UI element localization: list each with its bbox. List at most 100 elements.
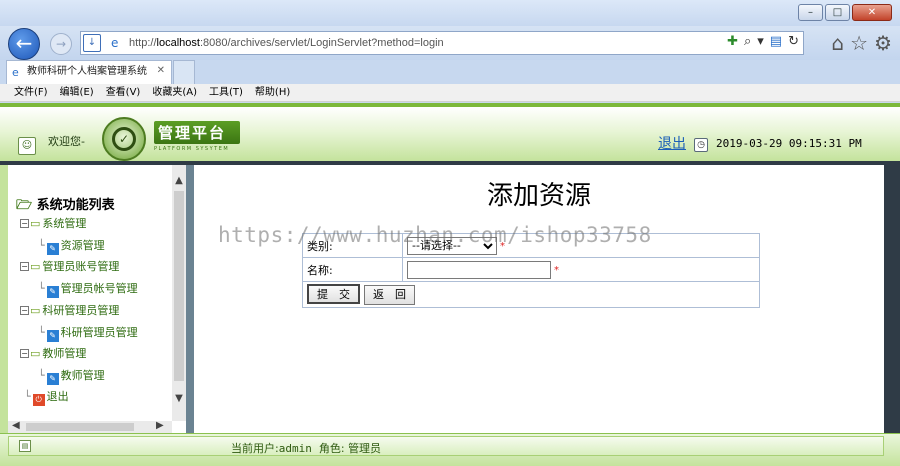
tree-branch: └ xyxy=(24,390,31,403)
page-icon: ✎ xyxy=(46,373,59,385)
favorites-star-icon[interactable]: ☆ xyxy=(850,31,868,55)
scroll-thumb[interactable] xyxy=(26,423,134,431)
address-bar[interactable]: ↓ e http://localhost:8080/archives/servl… xyxy=(80,31,804,55)
scroll-thumb[interactable] xyxy=(174,191,184,381)
tree-branch: └ xyxy=(38,282,45,295)
sidebar-vertical-scrollbar[interactable]: ▲ ▼ xyxy=(172,165,186,421)
scroll-up-icon[interactable]: ▲ xyxy=(172,175,186,189)
page-title: 添加资源 xyxy=(486,181,591,211)
tab-bar: e 教师科研个人档案管理系统 ✕ xyxy=(0,60,900,84)
folder-icon: ▭ xyxy=(30,304,41,317)
clock-icon: ◷ xyxy=(694,138,708,152)
sidebar-item-research-admin[interactable]: − ▭ 科研管理员管理 xyxy=(20,304,119,318)
name-label: 名称: xyxy=(302,257,403,282)
ie-tab-icon: e xyxy=(12,66,19,79)
logo-subtitle: PLATFORM SYSYTEM xyxy=(154,146,230,152)
menu-bar: 文件(F) 编辑(E) 查看(V) 收藏夹(A) 工具(T) 帮助(H) xyxy=(0,84,900,102)
tree-branch: └ xyxy=(38,369,45,382)
logo-title: 管理平台 xyxy=(154,121,240,144)
scroll-left-icon[interactable]: ◀ xyxy=(12,420,20,431)
sidebar-item-teacher[interactable]: − ▭ 教师管理 xyxy=(20,347,86,361)
frame-border xyxy=(884,161,900,433)
compatibility-icon[interactable]: ▤ xyxy=(770,34,782,49)
gear-icon[interactable]: ⚙ xyxy=(874,31,892,55)
sidebar-frame: 🗁 系统功能列表 − ▭ 系统管理 └ ✎ 资源管理 − ▭ 管理员账号管理 └ ✎ 管理员帐号… xyxy=(8,165,186,433)
status-bar: ▤ 当前用户:admin 角色: 管理员 xyxy=(0,433,900,466)
folder-open-icon: 🗁 xyxy=(16,198,33,213)
welcome-text: 欢迎您- xyxy=(48,135,85,148)
app-header: ☺ 欢迎您- ✓ 管理平台 PLATFORM SYSYTEM 退出 ◷ 2019… xyxy=(0,103,900,161)
tree-branch: └ xyxy=(38,326,45,339)
back-button-form[interactable]: 返 回 xyxy=(364,285,415,305)
required-mark: * xyxy=(554,264,559,276)
folder-icon: ▭ xyxy=(30,347,41,360)
home-icon[interactable]: ⌂ xyxy=(831,31,844,55)
menu-tools[interactable]: 工具(T) xyxy=(203,84,249,101)
form-row-name: 名称: * xyxy=(302,257,760,282)
menu-favorites[interactable]: 收藏夹(A) xyxy=(146,84,203,101)
close-window-button[interactable]: ✕ xyxy=(852,4,892,21)
collapse-icon[interactable]: − xyxy=(20,306,29,315)
window-titlebar: – □ ✕ xyxy=(0,0,900,26)
browser-tab[interactable]: e 教师科研个人档案管理系统 ✕ xyxy=(6,60,172,84)
scroll-down-icon[interactable]: ▼ xyxy=(172,393,186,407)
sidebar-item-admin-account[interactable]: − ▭ 管理员账号管理 xyxy=(20,260,119,274)
search-icon[interactable]: ⌕ xyxy=(744,34,751,49)
menu-view[interactable]: 查看(V) xyxy=(100,84,147,101)
status-inner: ▤ 当前用户:admin 角色: 管理员 xyxy=(8,436,884,456)
logo-emblem: ✓ xyxy=(102,117,146,161)
current-datetime: 2019-03-29 09:15:31 PM xyxy=(716,137,862,150)
minimize-button[interactable]: – xyxy=(798,4,823,21)
page-icon: ✎ xyxy=(46,243,59,255)
menu-help[interactable]: 帮助(H) xyxy=(249,84,296,101)
forward-button[interactable]: → xyxy=(50,33,72,55)
sidebar-title: 🗁 系统功能列表 xyxy=(16,198,115,213)
frame-edge xyxy=(0,165,8,433)
main-content: 添加资源 类别: --请选择-- * 名称: * 提 交返 回 xyxy=(194,165,884,433)
sidebar-horizontal-scrollbar[interactable]: ◀ ▶ xyxy=(8,420,172,433)
tree-branch: └ xyxy=(38,239,45,252)
logo: 管理平台 PLATFORM SYSYTEM xyxy=(154,121,240,157)
page-icon: ✎ xyxy=(46,286,59,298)
tab-title: 教师科研个人档案管理系统 xyxy=(27,66,147,77)
sidebar-item-teacher-manage[interactable]: └ ✎ 教师管理 xyxy=(38,369,105,385)
page-icon: ✎ xyxy=(46,330,59,342)
name-cell: * xyxy=(402,257,760,282)
actions-cell: 提 交返 回 xyxy=(302,281,760,308)
status-text: 当前用户:admin 角色: 管理员 xyxy=(231,442,382,455)
sidebar-item-admin-account-manage[interactable]: └ ✎ 管理员帐号管理 xyxy=(38,282,138,298)
exit-icon: ⏻ xyxy=(32,394,45,406)
back-button[interactable]: ← xyxy=(8,28,40,60)
browser-navbar: ← → ↓ e http://localhost:8080/archives/s… xyxy=(0,26,900,60)
collapse-icon[interactable]: − xyxy=(20,349,29,358)
frame-splitter[interactable] xyxy=(186,165,194,433)
menu-file[interactable]: 文件(F) xyxy=(8,84,54,101)
collapse-icon[interactable]: − xyxy=(20,219,29,228)
dropdown-icon[interactable]: ▾ xyxy=(757,34,764,49)
shield-icon: ↓ xyxy=(83,34,101,52)
name-input[interactable] xyxy=(407,260,551,279)
scroll-right-icon[interactable]: ▶ xyxy=(156,420,164,431)
go-icon[interactable]: ✚ xyxy=(727,34,738,49)
tab-close-icon[interactable]: ✕ xyxy=(157,65,165,76)
folder-icon: ▭ xyxy=(30,217,41,230)
status-icon: ▤ xyxy=(19,440,31,452)
sidebar-item-resource[interactable]: └ ✎ 资源管理 xyxy=(38,239,105,255)
submit-button[interactable]: 提 交 xyxy=(307,284,360,304)
folder-icon: ▭ xyxy=(30,260,41,273)
refresh-icon[interactable]: ↻ xyxy=(788,34,799,49)
address-url: http://localhost:8080/archives/servlet/L… xyxy=(129,37,444,49)
form-row-actions: 提 交返 回 xyxy=(302,281,760,308)
sidebar-item-system[interactable]: − ▭ 系统管理 xyxy=(20,217,86,231)
user-icon: ☺ xyxy=(18,137,36,155)
maximize-button[interactable]: □ xyxy=(825,4,850,21)
logo-check-icon: ✓ xyxy=(112,127,136,151)
ie-page-icon: e xyxy=(111,36,119,50)
new-tab-button[interactable] xyxy=(173,60,195,84)
logout-link[interactable]: 退出 xyxy=(658,133,686,153)
sidebar-item-exit[interactable]: └ ⏻ 退出 xyxy=(24,390,69,406)
watermark-text: https://www.huzhan.com/ishop33758 xyxy=(218,223,652,247)
collapse-icon[interactable]: − xyxy=(20,262,29,271)
menu-edit[interactable]: 编辑(E) xyxy=(54,84,100,101)
sidebar-item-research-admin-manage[interactable]: └ ✎ 科研管理员管理 xyxy=(38,326,138,342)
